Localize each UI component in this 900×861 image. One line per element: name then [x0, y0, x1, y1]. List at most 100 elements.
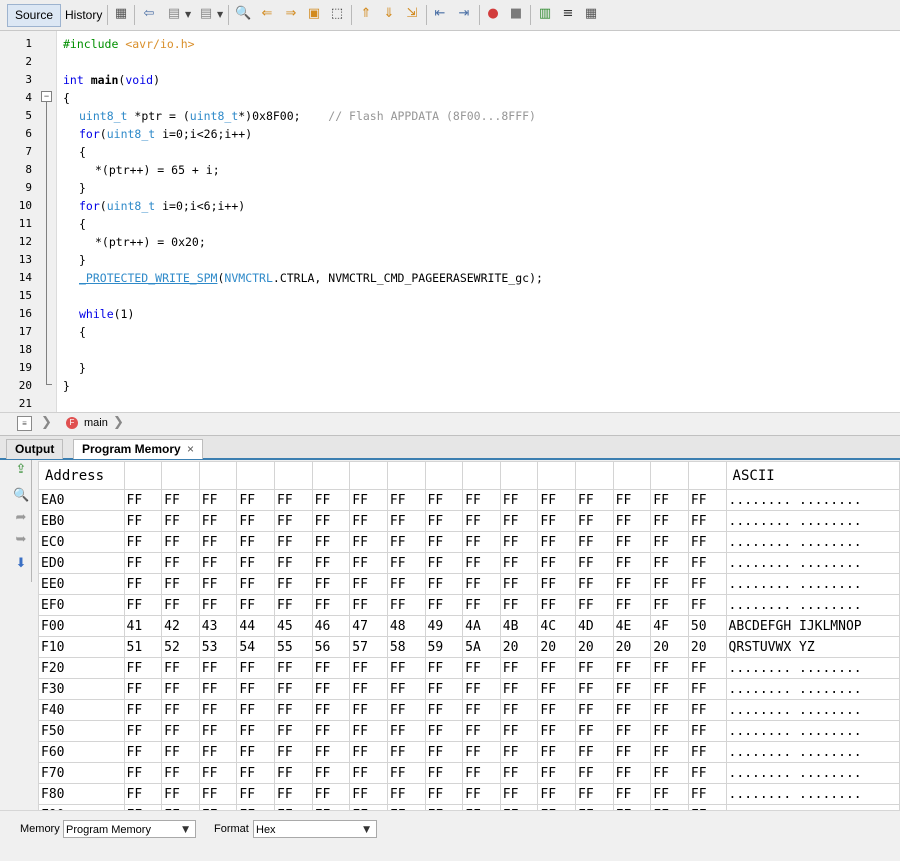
byte-cell[interactable]: FF [198, 699, 238, 721]
byte-cell[interactable]: 59 [424, 636, 464, 658]
byte-cell[interactable]: FF [424, 741, 464, 763]
byte-cell[interactable]: FF [311, 531, 351, 553]
byte-cell[interactable]: FF [575, 783, 614, 805]
byte-cell[interactable]: FF [462, 489, 501, 511]
byte-cell[interactable]: 56 [311, 636, 351, 658]
byte-cell[interactable]: FF [386, 489, 426, 511]
byte-cell[interactable]: 4D [575, 615, 614, 637]
byte-cell[interactable]: 20 [612, 636, 652, 658]
record-macro-icon[interactable]: ● [485, 6, 501, 22]
byte-cell[interactable]: FF [386, 678, 426, 700]
byte-cell[interactable]: FF [650, 510, 689, 532]
byte-cell[interactable]: 5A [462, 636, 501, 658]
fold-collapse-icon[interactable]: − [41, 91, 52, 102]
byte-cell[interactable]: FF [650, 762, 689, 784]
byte-cell[interactable]: FF [424, 657, 464, 679]
byte-cell[interactable]: FF [424, 489, 464, 511]
memory-view[interactable]: Address ASCII EA0 FF FF FF FF FF FF FF FF FF FF FF F… [38, 461, 900, 810]
find-next-icon[interactable]: ⇒ [283, 6, 299, 22]
history-tab[interactable]: History [57, 4, 110, 27]
byte-cell[interactable]: FF [687, 762, 727, 784]
byte-cell[interactable]: FF [612, 741, 652, 763]
byte-cell[interactable]: FF [386, 699, 426, 721]
byte-cell[interactable]: FF [537, 741, 577, 763]
byte-cell[interactable]: 54 [236, 636, 276, 658]
toggle-highlight-icon[interactable]: ▣ [306, 6, 322, 22]
byte-cell[interactable]: FF [650, 678, 689, 700]
byte-cell[interactable]: 55 [274, 636, 313, 658]
byte-cell[interactable]: FF [311, 510, 351, 532]
byte-cell[interactable]: FF [274, 741, 313, 763]
byte-cell[interactable]: FF [123, 573, 163, 595]
format-icon[interactable]: ▦ [583, 6, 599, 22]
byte-cell[interactable]: FF [650, 552, 689, 574]
byte-cell[interactable]: FF [424, 699, 464, 721]
byte-cell[interactable]: FF [161, 489, 200, 511]
byte-cell[interactable]: 43 [198, 615, 238, 637]
byte-cell[interactable]: FF [161, 699, 200, 721]
byte-cell[interactable]: FF [537, 594, 577, 616]
byte-cell[interactable]: FF [198, 741, 238, 763]
byte-cell[interactable]: FF [612, 573, 652, 595]
byte-cell[interactable]: FF [424, 783, 464, 805]
byte-cell[interactable]: FF [650, 720, 689, 742]
byte-cell[interactable]: FF [462, 594, 501, 616]
byte-cell[interactable]: 46 [311, 615, 351, 637]
stop-macro-icon[interactable]: ■ [508, 6, 524, 22]
byte-cell[interactable]: FF [575, 657, 614, 679]
byte-cell[interactable]: FF [537, 783, 577, 805]
byte-cell[interactable]: FF [123, 783, 163, 805]
byte-cell[interactable]: FF [499, 594, 539, 616]
byte-cell[interactable]: FF [687, 510, 727, 532]
byte-cell[interactable]: FF [424, 762, 464, 784]
byte-cell[interactable]: FF [349, 741, 388, 763]
shift-left-icon[interactable]: ⇤ [432, 6, 448, 22]
byte-cell[interactable]: FF [575, 762, 614, 784]
byte-cell[interactable]: FF [612, 531, 652, 553]
byte-cell[interactable]: FF [462, 573, 501, 595]
byte-cell[interactable]: FF [499, 741, 539, 763]
byte-cell[interactable]: 20 [499, 636, 539, 658]
byte-cell[interactable]: FF [612, 762, 652, 784]
byte-cell[interactable]: FF [612, 699, 652, 721]
byte-cell[interactable]: FF [349, 573, 388, 595]
byte-cell[interactable]: FF [236, 762, 276, 784]
breadcrumb-function[interactable]: main [84, 417, 108, 429]
byte-cell[interactable]: 53 [198, 636, 238, 658]
byte-cell[interactable]: FF [386, 741, 426, 763]
byte-cell[interactable]: FF [612, 657, 652, 679]
byte-cell[interactable]: FF [575, 678, 614, 700]
byte-cell[interactable]: FF [311, 699, 351, 721]
byte-cell[interactable]: FF [687, 783, 727, 805]
toggle-bookmark-icon[interactable]: ⇲ [404, 6, 420, 22]
byte-cell[interactable]: FF [575, 510, 614, 532]
byte-cell[interactable]: FF [123, 552, 163, 574]
byte-cell[interactable]: FF [537, 762, 577, 784]
byte-cell[interactable]: FF [462, 552, 501, 574]
byte-cell[interactable]: FF [161, 531, 200, 553]
byte-cell[interactable]: FF [236, 741, 276, 763]
byte-cell[interactable]: FF [123, 594, 163, 616]
byte-cell[interactable]: FF [198, 594, 238, 616]
byte-cell[interactable]: FF [462, 699, 501, 721]
byte-cell[interactable]: FF [161, 510, 200, 532]
byte-cell[interactable]: FF [537, 678, 577, 700]
byte-cell[interactable]: FF [687, 678, 727, 700]
byte-cell[interactable]: FF [349, 657, 388, 679]
byte-cell[interactable]: FF [537, 573, 577, 595]
byte-cell[interactable]: FF [650, 741, 689, 763]
byte-cell[interactable]: FF [123, 720, 163, 742]
byte-cell[interactable]: 4C [537, 615, 577, 637]
byte-cell[interactable]: 49 [424, 615, 464, 637]
byte-cell[interactable]: FF [386, 510, 426, 532]
tab-program-memory[interactable]: Program Memory × [73, 439, 204, 459]
byte-cell[interactable]: FF [236, 489, 276, 511]
byte-cell[interactable]: FF [198, 678, 238, 700]
byte-cell[interactable]: FF [650, 594, 689, 616]
byte-cell[interactable]: FF [236, 573, 276, 595]
next-bookmark-icon[interactable]: ⇓ [381, 6, 397, 22]
byte-cell[interactable]: FF [462, 678, 501, 700]
byte-cell[interactable]: FF [161, 552, 200, 574]
byte-cell[interactable]: FF [274, 657, 313, 679]
byte-cell[interactable]: FF [687, 699, 727, 721]
